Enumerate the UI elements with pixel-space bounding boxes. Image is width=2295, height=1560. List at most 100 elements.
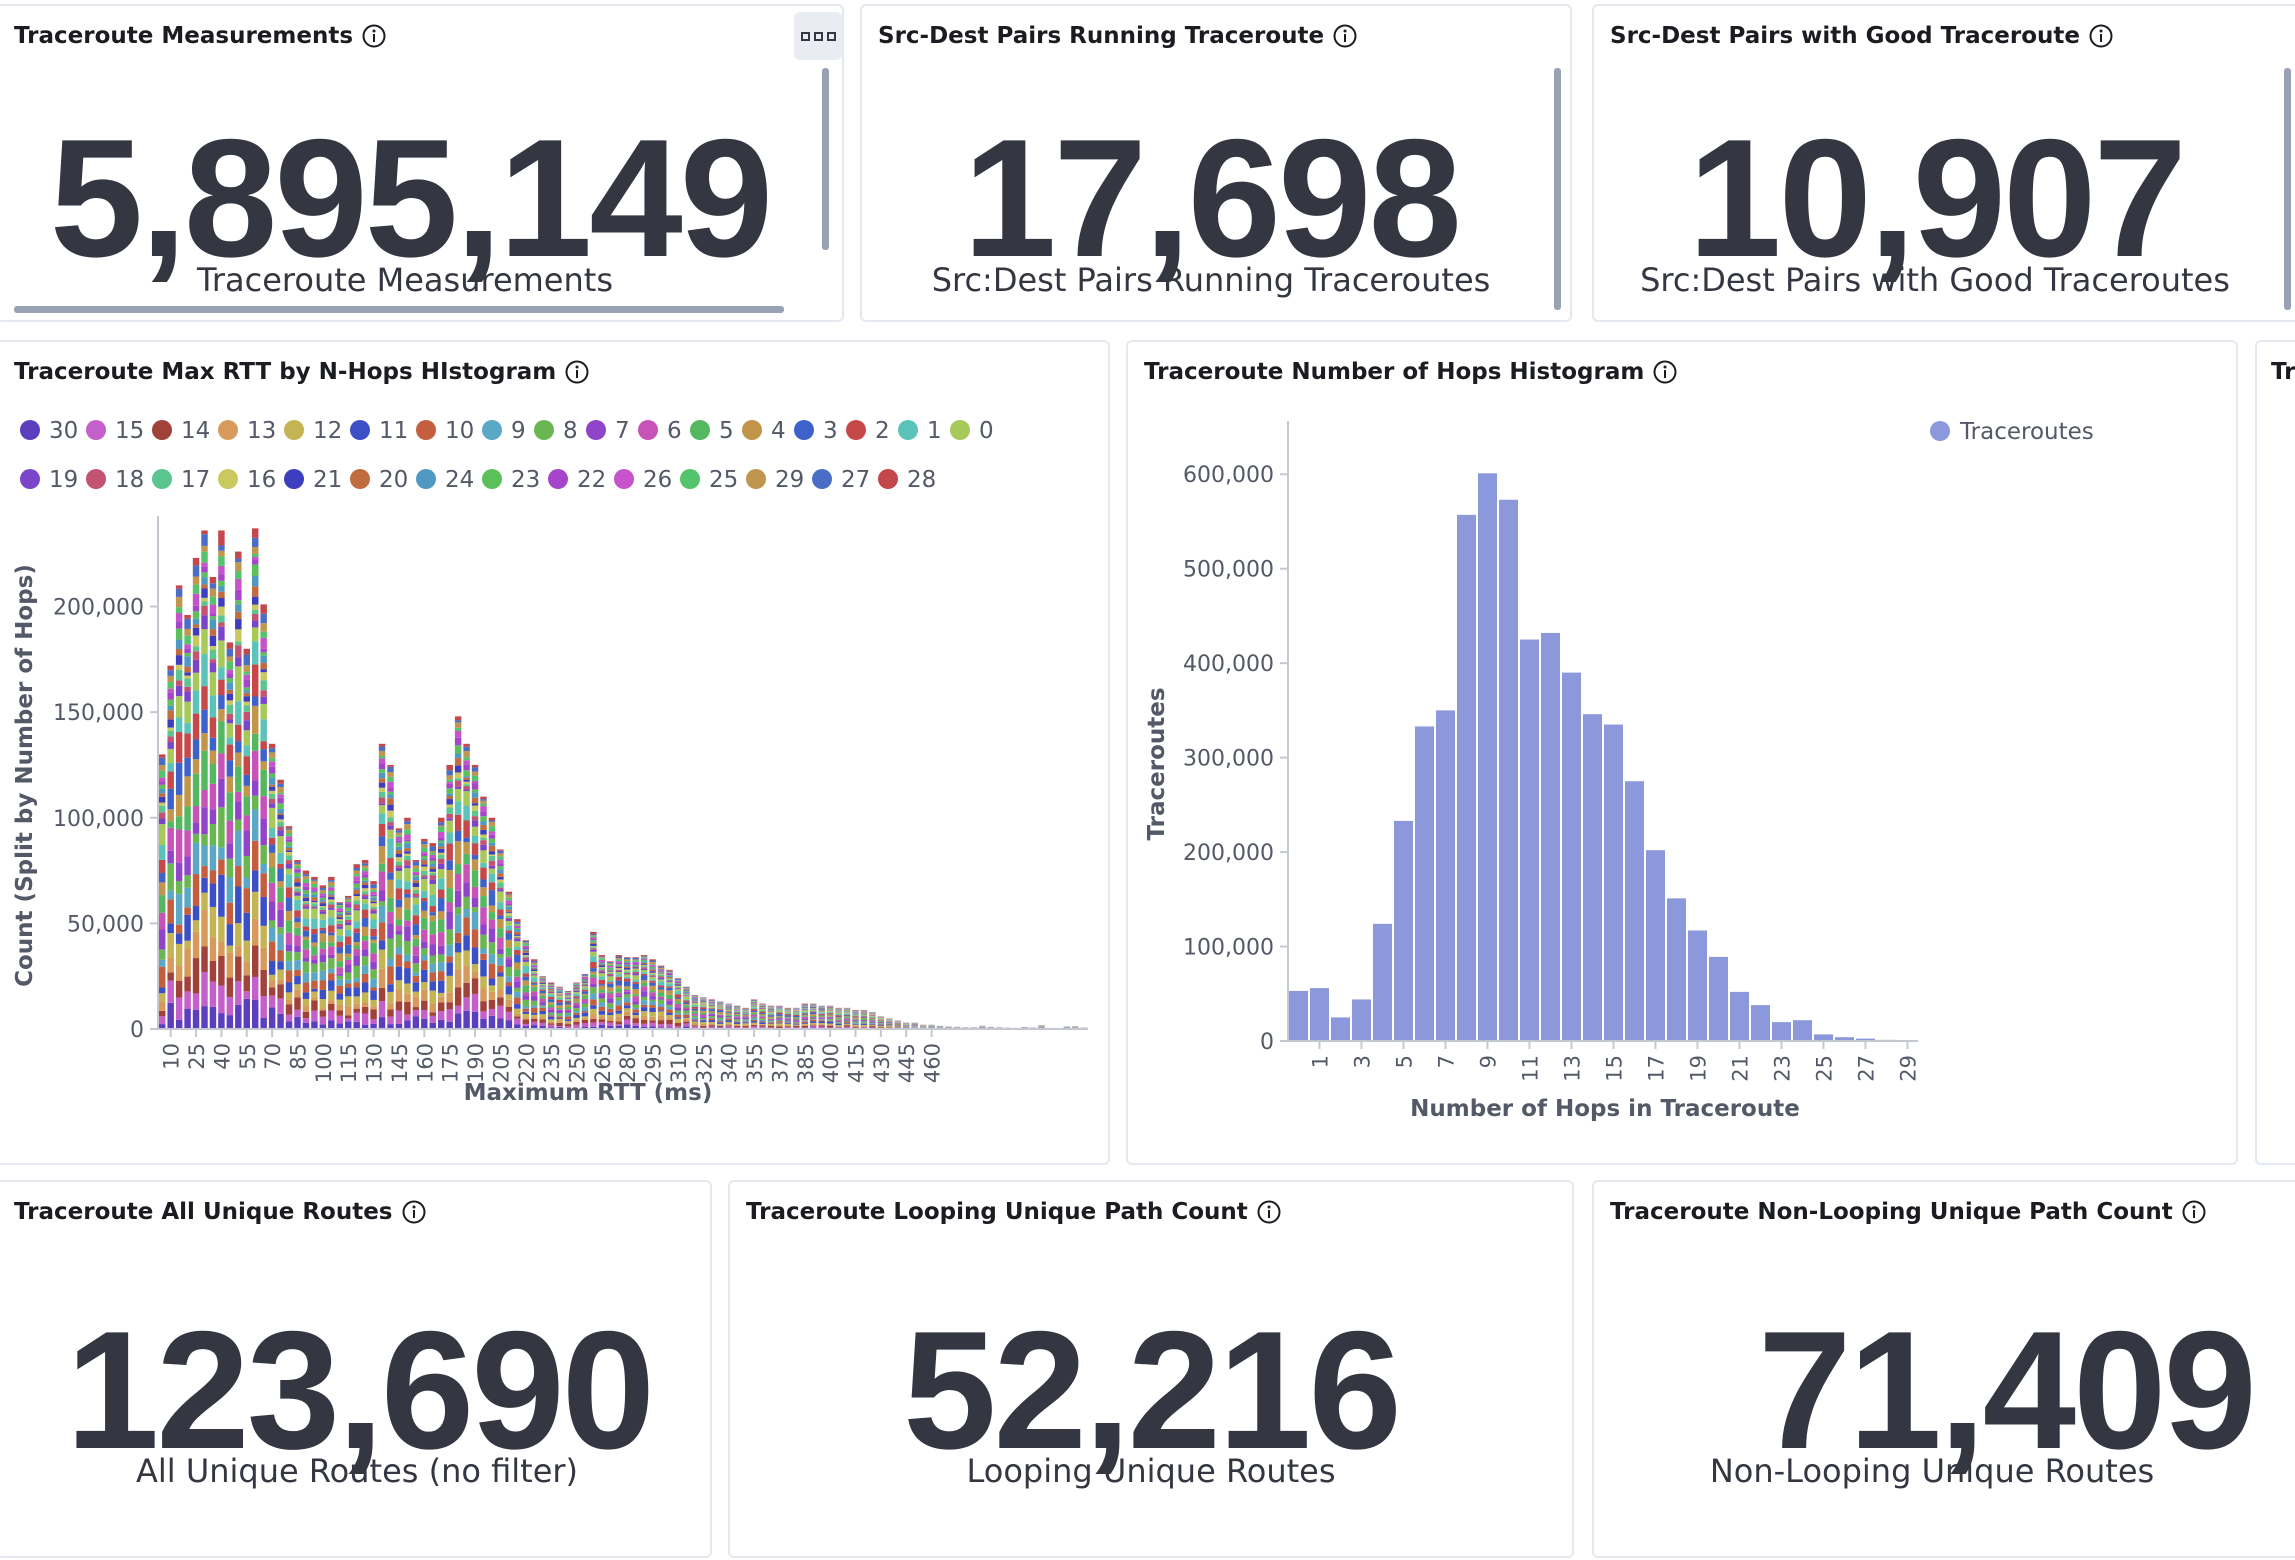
rtt-bar-segment <box>463 950 470 966</box>
rtt-bar-segment <box>810 1009 817 1010</box>
x-tick-label: 7 <box>1435 1055 1459 1068</box>
rtt-bar-segment <box>750 1001 758 1003</box>
rtt-bar-segment <box>708 1009 715 1012</box>
rtt-bar-segment <box>522 1017 529 1020</box>
rtt-bar-segment <box>860 1018 868 1020</box>
info-circle-icon[interactable] <box>401 1199 427 1225</box>
info-circle-icon[interactable] <box>361 23 387 49</box>
rtt-bar-segment <box>674 978 682 979</box>
rtt-bar-segment <box>387 838 394 859</box>
rtt-bar-segment <box>573 986 580 988</box>
rtt-bar-segment <box>319 901 327 904</box>
rtt-bar-segment <box>175 1019 183 1029</box>
rtt-bar-segment <box>581 991 589 994</box>
rtt-bar-segment <box>319 998 327 1009</box>
rtt-bar-segment <box>252 596 259 605</box>
rtt-bar-segment <box>235 701 242 725</box>
rtt-bar-segment <box>378 890 386 902</box>
rtt-bar-segment <box>810 1005 817 1006</box>
rtt-bar-segment <box>387 924 394 939</box>
rtt-bar-segment <box>776 1022 783 1024</box>
rtt-bar-segment <box>759 1003 766 1005</box>
rtt-bar-segment <box>767 1023 775 1025</box>
rtt-bar-segment <box>497 891 504 903</box>
rtt-bar-segment <box>649 992 656 997</box>
rtt-bar <box>717 1001 724 1029</box>
rtt-bar-segment <box>201 601 208 606</box>
rtt-bar-segment <box>252 641 259 665</box>
rtt-bar-segment <box>277 881 284 888</box>
x-tick-label: 220 <box>515 1043 539 1083</box>
rtt-bar-segment <box>877 1025 885 1027</box>
rtt-bar-segment <box>370 901 377 904</box>
rtt-bar-segment <box>454 716 462 721</box>
rtt-bar-segment <box>674 997 682 999</box>
rtt-bar-segment <box>480 799 487 801</box>
rtt-bar-segment <box>446 911 453 930</box>
rtt-bar-segment <box>505 905 513 907</box>
rtt-bar-segment <box>767 1016 775 1019</box>
rtt-bar-segment <box>378 988 386 1002</box>
rtt-bar-segment <box>767 1018 775 1019</box>
info-circle-icon[interactable] <box>1332 23 1358 49</box>
rtt-bar-segment <box>235 641 242 646</box>
rtt-bar-segment <box>192 659 200 673</box>
rtt-bar-segment <box>742 1014 749 1015</box>
rtt-bar-segment <box>421 969 428 983</box>
rtt-bar-segment <box>353 870 360 875</box>
rtt-bar <box>869 1012 876 1029</box>
rtt-bar-segment <box>640 956 648 958</box>
rtt-bar-segment <box>319 897 327 900</box>
rtt-bar-segment <box>446 818 453 821</box>
rtt-bar-segment <box>590 1008 597 1015</box>
x-tick-label: 55 <box>236 1043 260 1070</box>
rtt-bar-segment <box>260 623 267 632</box>
rtt-bar-segment <box>243 991 250 999</box>
rtt-bar-segment <box>573 1008 580 1012</box>
panel-options-icon[interactable] <box>794 12 842 60</box>
vertical-scrollbar[interactable] <box>2284 68 2291 310</box>
info-circle-icon[interactable] <box>1256 1199 1282 1225</box>
rtt-bar-segment <box>285 855 293 861</box>
rtt-bar-segment <box>243 730 250 746</box>
rtt-bar-segment <box>598 962 606 964</box>
rtt-bar-segment <box>446 860 453 871</box>
vertical-scrollbar[interactable] <box>822 68 829 250</box>
rtt-bar-segment <box>767 1021 775 1023</box>
rtt-bar-segment <box>488 919 496 929</box>
rtt-bar-segment <box>666 977 673 979</box>
rtt-bar-segment <box>268 867 276 883</box>
rtt-bar-segment <box>497 919 504 929</box>
rtt-bar-segment <box>345 916 352 920</box>
vertical-scrollbar[interactable] <box>1554 68 1561 310</box>
info-circle-icon[interactable] <box>2088 23 2114 49</box>
rtt-bar-segment <box>235 657 242 667</box>
rtt-bar-segment <box>328 973 335 981</box>
rtt-bar-segment <box>683 1018 690 1019</box>
rtt-bar-segment <box>759 1022 766 1024</box>
rtt-bar-segment <box>235 801 242 820</box>
info-circle-icon[interactable] <box>2181 1199 2207 1225</box>
rtt-bar-segment <box>353 1021 360 1029</box>
rtt-bar-segment <box>877 1023 885 1025</box>
rtt-bar-segment <box>624 966 631 969</box>
rtt-bar-segment <box>624 1019 631 1025</box>
legend-dot-icon <box>1930 421 1950 441</box>
rtt-bar-segment <box>260 873 267 897</box>
rtt-bar-segment <box>370 928 377 937</box>
rtt-bar-segment <box>598 1016 606 1020</box>
rtt-bar-segment <box>539 1014 546 1018</box>
rtt-bar-segment <box>192 713 200 740</box>
rtt-bar-segment <box>311 906 318 908</box>
horizontal-scrollbar[interactable] <box>14 306 784 313</box>
y-tick-label: 200,000 <box>53 596 144 621</box>
rtt-bar-segment <box>345 983 352 988</box>
rtt-bar-segment <box>328 909 335 918</box>
rtt-bar-segment <box>311 963 318 973</box>
rtt-bar-segment <box>209 809 217 825</box>
rtt-bar-segment <box>378 1017 386 1029</box>
rtt-bar-segment <box>725 1015 732 1017</box>
rtt-bar-segment <box>378 787 386 792</box>
rtt-bar-segment <box>691 995 699 997</box>
rtt-bar-segment <box>640 959 648 961</box>
